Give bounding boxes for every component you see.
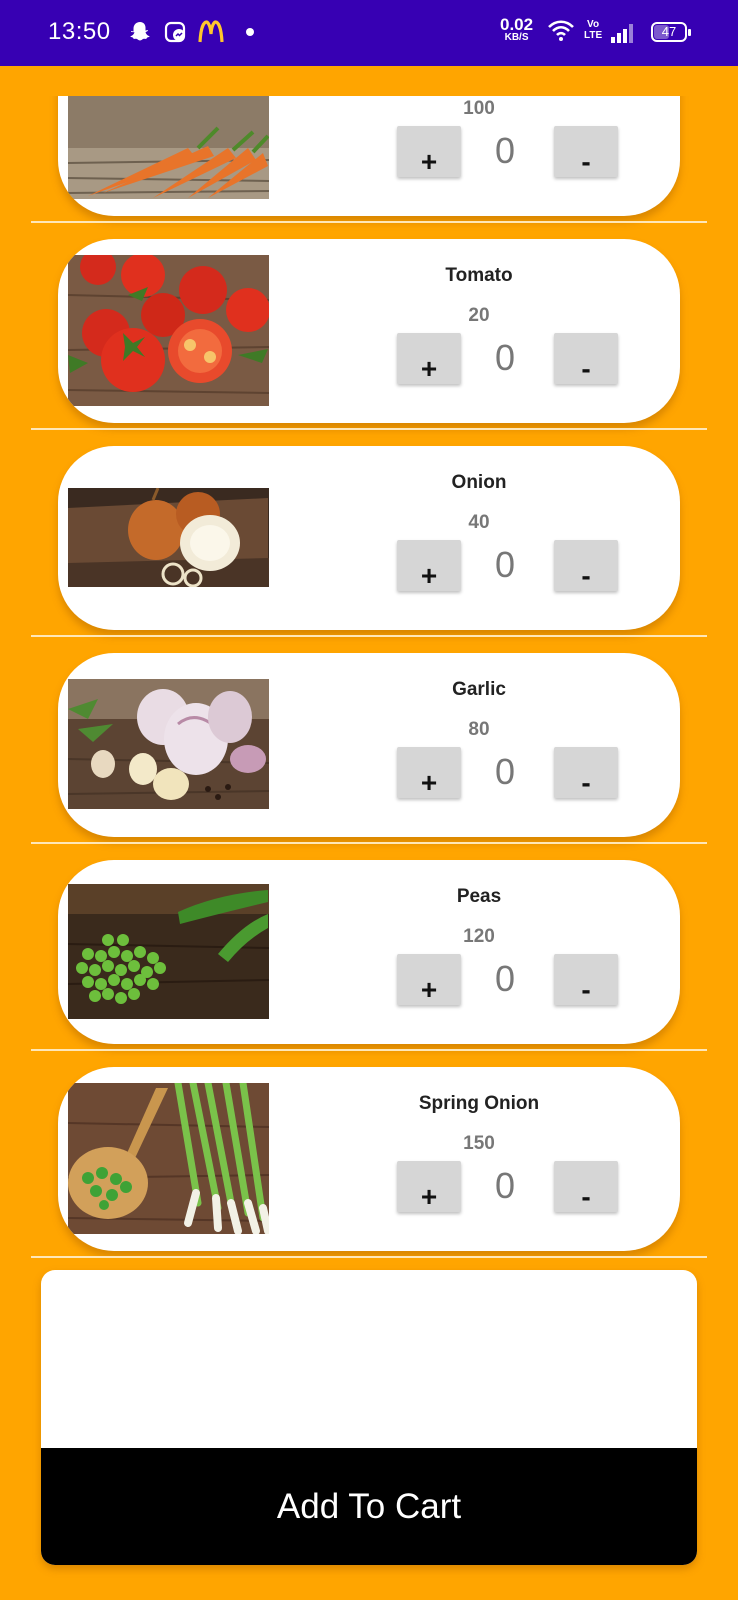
product-card: Tomato 20 + 0 - bbox=[58, 239, 680, 423]
product-name: Spring Onion bbox=[418, 1093, 540, 1114]
tomato-image bbox=[68, 255, 269, 406]
network-speed-unit: KB/S bbox=[504, 32, 529, 43]
product-name: Peas bbox=[456, 886, 502, 907]
product-price: 150 bbox=[463, 1133, 495, 1154]
product-name: Garlic bbox=[452, 679, 506, 700]
increase-quantity-button[interactable]: + bbox=[397, 333, 461, 384]
product-list[interactable]: 100 + 0 - Tomato 20 + 0 - Onion 40 + 0 -… bbox=[31, 96, 707, 1258]
quantity-value: 0 bbox=[494, 958, 516, 999]
network-speed-value: 0.02 bbox=[500, 15, 534, 34]
add-to-cart-button[interactable]: Add To Cart bbox=[41, 1448, 697, 1565]
carrot-image bbox=[68, 96, 269, 199]
list-item: Garlic 80 + 0 - bbox=[31, 637, 707, 844]
row-divider bbox=[31, 1256, 707, 1258]
product-name: Tomato bbox=[445, 265, 513, 286]
volte-top: Vo bbox=[587, 19, 600, 30]
increase-quantity-button[interactable]: + bbox=[397, 126, 461, 177]
product-card: Spring Onion 150 + 0 - bbox=[58, 1067, 680, 1251]
list-item: Peas 120 + 0 - bbox=[31, 844, 707, 1051]
network-speed: 0.02 KB/S bbox=[500, 16, 533, 43]
battery-level: 47 bbox=[661, 24, 677, 39]
messenger-icon bbox=[164, 20, 188, 49]
cart-panel: Add To Cart bbox=[41, 1270, 697, 1565]
quantity-value: 0 bbox=[494, 751, 516, 792]
increase-quantity-button[interactable]: + bbox=[397, 747, 461, 798]
product-price: 20 bbox=[468, 305, 490, 326]
list-item: Spring Onion 150 + 0 - bbox=[31, 1051, 707, 1258]
volte-indicator: Vo LTE bbox=[584, 19, 603, 41]
decrease-quantity-button[interactable]: - bbox=[554, 954, 618, 1005]
spring-onion-image bbox=[68, 1083, 269, 1234]
decrease-quantity-button[interactable]: - bbox=[554, 1161, 618, 1212]
decrease-quantity-button[interactable]: - bbox=[554, 126, 618, 177]
snapchat-icon bbox=[128, 20, 152, 49]
status-bar: 13:50 0.02 KB/S Vo LTE 47 bbox=[0, 0, 738, 66]
notification-dot-icon bbox=[246, 28, 254, 36]
volte-bottom: LTE bbox=[584, 29, 603, 41]
product-card: 100 + 0 - bbox=[58, 96, 680, 216]
status-time: 13:50 bbox=[48, 18, 111, 45]
product-price: 100 bbox=[463, 98, 495, 119]
quantity-value: 0 bbox=[494, 130, 516, 171]
product-card: Peas 120 + 0 - bbox=[58, 860, 680, 1044]
product-name: Onion bbox=[451, 472, 507, 493]
mcdonalds-icon bbox=[198, 20, 224, 49]
quantity-value: 0 bbox=[494, 544, 516, 585]
product-price: 120 bbox=[463, 926, 495, 947]
increase-quantity-button[interactable]: + bbox=[397, 1161, 461, 1212]
garlic-image bbox=[68, 679, 269, 809]
decrease-quantity-button[interactable]: - bbox=[554, 747, 618, 798]
peas-image bbox=[68, 884, 269, 1019]
signal-icon bbox=[610, 22, 636, 49]
product-price: 80 bbox=[468, 719, 490, 740]
product-card: Onion 40 + 0 - bbox=[58, 446, 680, 630]
list-item: 100 + 0 - bbox=[31, 96, 707, 223]
product-price: 40 bbox=[468, 512, 490, 533]
decrease-quantity-button[interactable]: - bbox=[554, 540, 618, 591]
wifi-icon bbox=[547, 18, 575, 47]
onion-image bbox=[68, 488, 269, 587]
quantity-value: 0 bbox=[494, 1165, 516, 1206]
list-item: Tomato 20 + 0 - bbox=[31, 223, 707, 430]
increase-quantity-button[interactable]: + bbox=[397, 540, 461, 591]
decrease-quantity-button[interactable]: - bbox=[554, 333, 618, 384]
battery-icon: 47 bbox=[651, 22, 691, 42]
quantity-value: 0 bbox=[494, 337, 516, 378]
list-item: Onion 40 + 0 - bbox=[31, 430, 707, 637]
product-card: Garlic 80 + 0 - bbox=[58, 653, 680, 837]
increase-quantity-button[interactable]: + bbox=[397, 954, 461, 1005]
